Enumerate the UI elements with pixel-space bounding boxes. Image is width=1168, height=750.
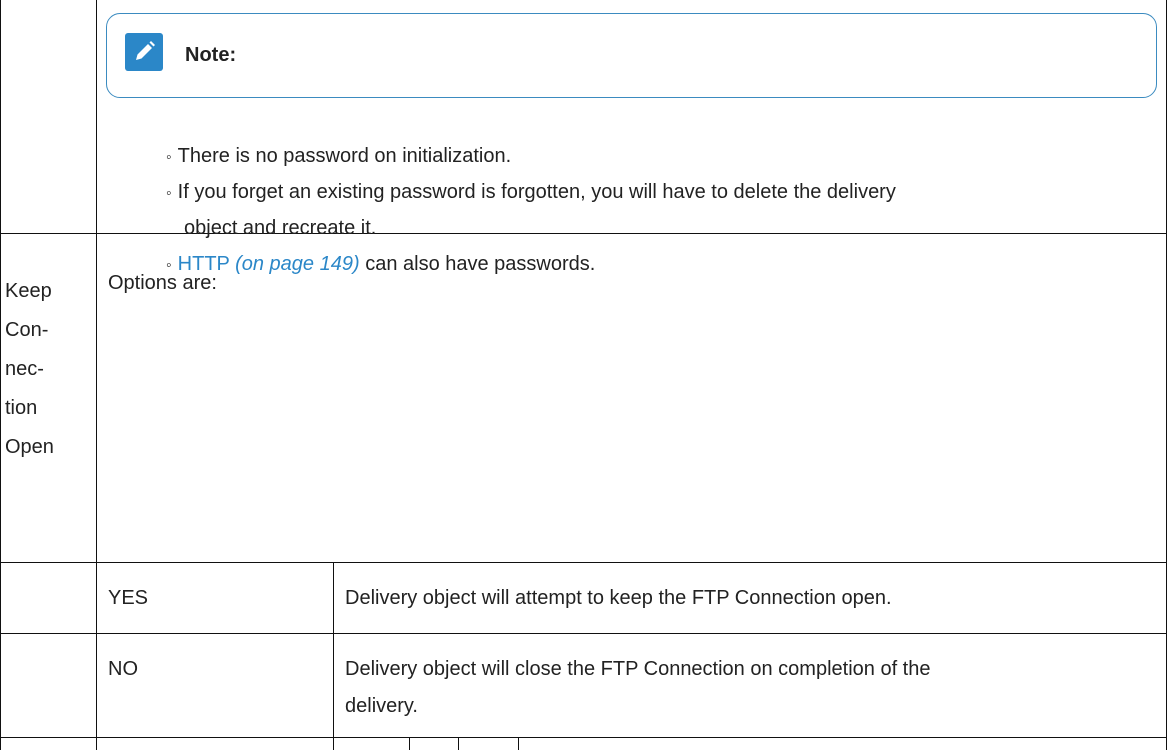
table-column-divider — [96, 0, 97, 750]
bullet-marker: ◦ — [166, 149, 172, 166]
note-title: Note: — [185, 44, 237, 66]
list-item-text: There is no password on initialization. — [177, 145, 512, 167]
options-description: Options are: — [108, 272, 217, 294]
label-line: Keep — [5, 280, 52, 302]
keep-connection-open-label: Keep Con- nec- tion Open — [5, 272, 54, 467]
pencil-edit-icon — [125, 33, 163, 71]
option-description-no: Delivery object will close the FTP Conne… — [345, 658, 931, 680]
list-item: ◦ HTTP (on page 149) can also have passwo… — [166, 246, 595, 284]
list-item-text-continued: object and recreate it. — [184, 217, 377, 239]
bullet-marker: ◦ — [166, 185, 172, 202]
nested-column-divider — [458, 737, 459, 750]
label-line: Con- — [5, 319, 49, 341]
nested-column-divider — [518, 737, 519, 750]
page-reference-link[interactable]: (on page 149) — [235, 253, 360, 275]
list-item: ◦ If you forget an existing password is f… — [166, 174, 896, 212]
list-item: ◦ There is no password on initialization. — [166, 138, 511, 176]
table-left-border — [0, 0, 1, 750]
option-value-no: NO — [108, 658, 138, 680]
row-divider — [0, 233, 1167, 234]
option-description-yes: Delivery object will attempt to keep the… — [345, 587, 892, 609]
row-divider — [0, 562, 1167, 563]
option-description-no-continued: delivery. — [345, 695, 418, 717]
nested-column-divider — [333, 562, 334, 750]
list-item-text: can also have passwords. — [359, 253, 596, 275]
nested-column-divider — [409, 737, 410, 750]
row-divider — [0, 633, 1167, 634]
option-value-yes: YES — [108, 587, 149, 609]
label-line: Open — [5, 436, 54, 458]
row-divider — [0, 737, 1167, 738]
table-right-border — [1166, 0, 1167, 750]
label-line: nec- — [5, 358, 44, 380]
note-callout: Note: — [106, 13, 1157, 98]
list-item-text: If you forget an existing password is fo… — [177, 181, 896, 203]
label-line: tion — [5, 397, 38, 419]
